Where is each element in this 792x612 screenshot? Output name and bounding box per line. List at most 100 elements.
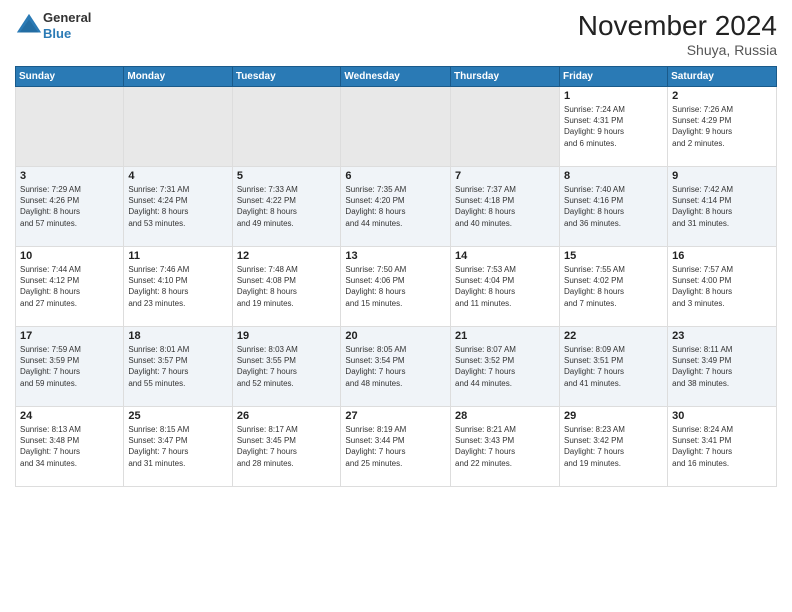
day-info: Sunrise: 7:57 AM Sunset: 4:00 PM Dayligh… — [672, 264, 772, 309]
day-number: 30 — [672, 410, 772, 422]
day-info: Sunrise: 8:11 AM Sunset: 3:49 PM Dayligh… — [672, 344, 772, 389]
calendar-week-2: 3 Sunrise: 7:29 AM Sunset: 4:26 PM Daylig… — [16, 167, 777, 247]
day-number: 7 — [455, 170, 555, 182]
calendar-cell: 2 Sunrise: 7:26 AM Sunset: 4:29 PM Daylig… — [668, 87, 777, 167]
calendar-cell: 6 Sunrise: 7:35 AM Sunset: 4:20 PM Daylig… — [341, 167, 451, 247]
day-info: Sunrise: 8:17 AM Sunset: 3:45 PM Dayligh… — [237, 424, 337, 469]
day-number: 10 — [20, 250, 119, 262]
day-number: 18 — [128, 330, 227, 342]
day-info: Sunrise: 7:46 AM Sunset: 4:10 PM Dayligh… — [128, 264, 227, 309]
day-number: 9 — [672, 170, 772, 182]
header: General Blue November 2024 Shuya, Russia — [15, 10, 777, 58]
day-number: 24 — [20, 410, 119, 422]
weekday-header-sunday: Sunday — [16, 67, 124, 87]
day-info: Sunrise: 7:59 AM Sunset: 3:59 PM Dayligh… — [20, 344, 119, 389]
calendar-cell: 8 Sunrise: 7:40 AM Sunset: 4:16 PM Daylig… — [559, 167, 667, 247]
day-number: 22 — [564, 330, 663, 342]
calendar-cell: 26Sunrise: 8:17 AM Sunset: 3:45 PM Dayli… — [232, 407, 341, 487]
calendar-cell: 10 Sunrise: 7:44 AM Sunset: 4:12 PM Dayli… — [16, 247, 124, 327]
calendar-cell: 4 Sunrise: 7:31 AM Sunset: 4:24 PM Daylig… — [124, 167, 232, 247]
day-number: 28 — [455, 410, 555, 422]
day-info: Sunrise: 7:29 AM Sunset: 4:26 PM Dayligh… — [20, 184, 119, 229]
day-info: Sunrise: 8:24 AM Sunset: 3:41 PM Dayligh… — [672, 424, 772, 469]
day-number: 17 — [20, 330, 119, 342]
day-number: 27 — [345, 410, 446, 422]
calendar-cell: 18 Sunrise: 8:01 AM Sunset: 3:57 PM Dayli… — [124, 327, 232, 407]
day-info: Sunrise: 8:09 AM Sunset: 3:51 PM Dayligh… — [564, 344, 663, 389]
logo-blue: Blue — [43, 26, 71, 41]
calendar-cell: 27 Sunrise: 8:19 AM Sunset: 3:44 PM Dayli… — [341, 407, 451, 487]
day-info: Sunrise: 7:31 AM Sunset: 4:24 PM Dayligh… — [128, 184, 227, 229]
calendar: SundayMondayTuesdayWednesdayThursdayFrid… — [15, 66, 777, 487]
calendar-cell: 23 Sunrise: 8:11 AM Sunset: 3:49 PM Dayli… — [668, 327, 777, 407]
calendar-cell — [451, 87, 560, 167]
day-info: Sunrise: 7:33 AM Sunset: 4:22 PM Dayligh… — [237, 184, 337, 229]
day-info: Sunrise: 7:26 AM Sunset: 4:29 PM Dayligh… — [672, 104, 772, 149]
calendar-cell: 9 Sunrise: 7:42 AM Sunset: 4:14 PM Daylig… — [668, 167, 777, 247]
calendar-cell: 19Sunrise: 8:03 AM Sunset: 3:55 PM Dayli… — [232, 327, 341, 407]
page: General Blue November 2024 Shuya, Russia… — [0, 0, 792, 612]
day-info: Sunrise: 8:21 AM Sunset: 3:43 PM Dayligh… — [455, 424, 555, 469]
weekday-header-thursday: Thursday — [451, 67, 560, 87]
day-info: Sunrise: 7:40 AM Sunset: 4:16 PM Dayligh… — [564, 184, 663, 229]
day-number: 15 — [564, 250, 663, 262]
title-area: November 2024 Shuya, Russia — [578, 10, 777, 58]
day-number: 1 — [564, 90, 663, 102]
day-info: Sunrise: 8:01 AM Sunset: 3:57 PM Dayligh… — [128, 344, 227, 389]
calendar-week-5: 24Sunrise: 8:13 AM Sunset: 3:48 PM Dayli… — [16, 407, 777, 487]
calendar-cell: 25 Sunrise: 8:15 AM Sunset: 3:47 PM Dayli… — [124, 407, 232, 487]
day-number: 23 — [672, 330, 772, 342]
logo-icon — [15, 12, 43, 40]
calendar-cell: 21Sunrise: 8:07 AM Sunset: 3:52 PM Dayli… — [451, 327, 560, 407]
calendar-cell: 17 Sunrise: 7:59 AM Sunset: 3:59 PM Dayli… — [16, 327, 124, 407]
day-info: Sunrise: 8:15 AM Sunset: 3:47 PM Dayligh… — [128, 424, 227, 469]
day-info: Sunrise: 7:48 AM Sunset: 4:08 PM Dayligh… — [237, 264, 337, 309]
calendar-cell: 14 Sunrise: 7:53 AM Sunset: 4:04 PM Dayli… — [451, 247, 560, 327]
day-number: 4 — [128, 170, 227, 182]
calendar-cell: 3 Sunrise: 7:29 AM Sunset: 4:26 PM Daylig… — [16, 167, 124, 247]
weekday-header-row: SundayMondayTuesdayWednesdayThursdayFrid… — [16, 67, 777, 87]
day-number: 14 — [455, 250, 555, 262]
calendar-cell: 29 Sunrise: 8:23 AM Sunset: 3:42 PM Dayli… — [559, 407, 667, 487]
day-info: Sunrise: 7:24 AM Sunset: 4:31 PM Dayligh… — [564, 104, 663, 149]
weekday-header-saturday: Saturday — [668, 67, 777, 87]
day-number: 29 — [564, 410, 663, 422]
calendar-cell: 7 Sunrise: 7:37 AM Sunset: 4:18 PM Daylig… — [451, 167, 560, 247]
day-info: Sunrise: 7:55 AM Sunset: 4:02 PM Dayligh… — [564, 264, 663, 309]
calendar-cell: 24Sunrise: 8:13 AM Sunset: 3:48 PM Dayli… — [16, 407, 124, 487]
day-info: Sunrise: 8:23 AM Sunset: 3:42 PM Dayligh… — [564, 424, 663, 469]
month-title: November 2024 — [578, 10, 777, 42]
day-number: 25 — [128, 410, 227, 422]
day-info: Sunrise: 7:42 AM Sunset: 4:14 PM Dayligh… — [672, 184, 772, 229]
day-number: 16 — [672, 250, 772, 262]
calendar-week-4: 17 Sunrise: 7:59 AM Sunset: 3:59 PM Dayli… — [16, 327, 777, 407]
location: Shuya, Russia — [578, 42, 777, 58]
day-info: Sunrise: 8:19 AM Sunset: 3:44 PM Dayligh… — [345, 424, 446, 469]
day-number: 13 — [345, 250, 446, 262]
day-number: 12 — [237, 250, 337, 262]
logo-text: General Blue — [43, 10, 91, 41]
calendar-cell: 11Sunrise: 7:46 AM Sunset: 4:10 PM Dayli… — [124, 247, 232, 327]
day-info: Sunrise: 7:53 AM Sunset: 4:04 PM Dayligh… — [455, 264, 555, 309]
day-info: Sunrise: 7:44 AM Sunset: 4:12 PM Dayligh… — [20, 264, 119, 309]
weekday-header-monday: Monday — [124, 67, 232, 87]
calendar-cell — [16, 87, 124, 167]
day-number: 6 — [345, 170, 446, 182]
calendar-header: SundayMondayTuesdayWednesdayThursdayFrid… — [16, 67, 777, 87]
day-info: Sunrise: 7:35 AM Sunset: 4:20 PM Dayligh… — [345, 184, 446, 229]
calendar-cell: 5 Sunrise: 7:33 AM Sunset: 4:22 PM Daylig… — [232, 167, 341, 247]
day-number: 5 — [237, 170, 337, 182]
calendar-week-1: 1 Sunrise: 7:24 AM Sunset: 4:31 PM Daylig… — [16, 87, 777, 167]
day-number: 2 — [672, 90, 772, 102]
day-number: 8 — [564, 170, 663, 182]
calendar-cell: 1 Sunrise: 7:24 AM Sunset: 4:31 PM Daylig… — [559, 87, 667, 167]
day-number: 3 — [20, 170, 119, 182]
day-info: Sunrise: 8:03 AM Sunset: 3:55 PM Dayligh… — [237, 344, 337, 389]
calendar-cell: 20Sunrise: 8:05 AM Sunset: 3:54 PM Dayli… — [341, 327, 451, 407]
day-info: Sunrise: 7:50 AM Sunset: 4:06 PM Dayligh… — [345, 264, 446, 309]
weekday-header-friday: Friday — [559, 67, 667, 87]
calendar-body: 1 Sunrise: 7:24 AM Sunset: 4:31 PM Daylig… — [16, 87, 777, 487]
day-info: Sunrise: 8:05 AM Sunset: 3:54 PM Dayligh… — [345, 344, 446, 389]
calendar-cell: 13 Sunrise: 7:50 AM Sunset: 4:06 PM Dayli… — [341, 247, 451, 327]
day-info: Sunrise: 7:37 AM Sunset: 4:18 PM Dayligh… — [455, 184, 555, 229]
